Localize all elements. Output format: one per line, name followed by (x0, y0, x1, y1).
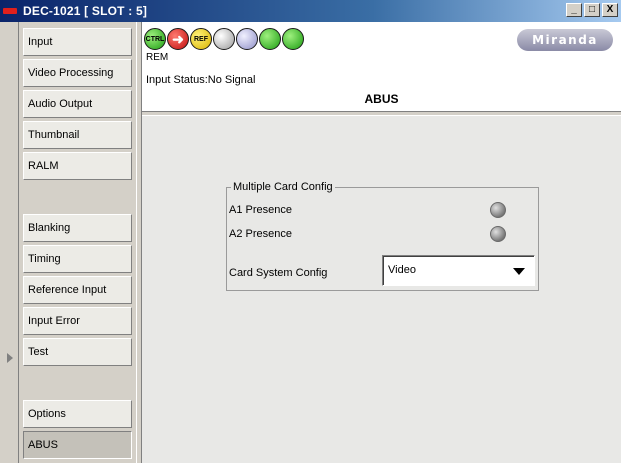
a2-presence-label: A2 Presence (229, 228, 292, 240)
sidebar-item-reference-input[interactable]: Reference Input (23, 276, 132, 304)
a1-presence-label: A1 Presence (229, 204, 292, 216)
window-title: DEC-1021 [ SLOT : 5] (23, 4, 148, 18)
page-title: ABUS (364, 92, 399, 106)
multiple-card-config-group: Multiple Card Config A1 Presence A2 Pres… (226, 181, 539, 291)
collapse-strip[interactable] (0, 22, 19, 463)
sidebar-item-ralm[interactable]: RALM (23, 152, 132, 180)
status-icons: CTRL ➜ REF (144, 28, 304, 50)
sidebar: Input Video Processing Audio Output Thum… (19, 22, 137, 463)
close-button[interactable]: X (602, 3, 618, 17)
video-icon[interactable] (213, 28, 235, 50)
a1-presence-led-icon (490, 202, 506, 218)
group-legend: Multiple Card Config (231, 181, 335, 193)
a2-presence-led-icon (490, 226, 506, 242)
input-status: Input Status:No Signal (146, 74, 256, 86)
sidebar-item-thumbnail[interactable]: Thumbnail (23, 121, 132, 149)
status-toolbar: CTRL ➜ REF REM Miranda (142, 22, 621, 70)
sidebar-spacer (23, 183, 132, 211)
status-row: Input Status:No Signal ABUS (142, 70, 621, 112)
sidebar-item-video-processing[interactable]: Video Processing (23, 59, 132, 87)
copy-icon[interactable] (282, 28, 304, 50)
content-area: CTRL ➜ REF REM Miranda Input Status:No S… (142, 22, 621, 463)
miranda-logo: Miranda (517, 29, 613, 51)
chevron-down-icon[interactable] (513, 268, 525, 275)
sidebar-item-input[interactable]: Input (23, 28, 132, 56)
app-icon (3, 8, 17, 14)
ref-icon[interactable]: REF (190, 28, 212, 50)
input-arrow-icon[interactable]: ➜ (167, 28, 189, 50)
card-system-config-select[interactable]: Video (382, 255, 535, 286)
expand-arrow-icon[interactable] (7, 353, 13, 363)
sidebar-spacer (23, 369, 132, 397)
ctrl-icon[interactable]: CTRL (144, 28, 166, 50)
sidebar-item-test[interactable]: Test (23, 338, 132, 366)
audio-icon[interactable] (236, 28, 258, 50)
abus-panel: Multiple Card Config A1 Presence A2 Pres… (142, 115, 621, 463)
rem-label: REM (146, 52, 169, 63)
sidebar-item-blanking[interactable]: Blanking (23, 214, 132, 242)
card-system-config-value: Video (388, 264, 416, 276)
sidebar-item-abus[interactable]: ABUS (23, 431, 132, 459)
sidebar-item-timing[interactable]: Timing (23, 245, 132, 273)
sidebar-item-audio-output[interactable]: Audio Output (23, 90, 132, 118)
sidebar-item-options[interactable]: Options (23, 400, 132, 428)
window-controls: _ □ X (566, 3, 618, 17)
sidebar-item-input-error[interactable]: Input Error (23, 307, 132, 335)
card-system-config-label: Card System Config (229, 267, 328, 279)
minimize-button[interactable]: _ (566, 3, 582, 17)
title-bar: DEC-1021 [ SLOT : 5] _ □ X (0, 0, 621, 22)
maximize-button[interactable]: □ (584, 3, 600, 17)
loop-icon[interactable] (259, 28, 281, 50)
